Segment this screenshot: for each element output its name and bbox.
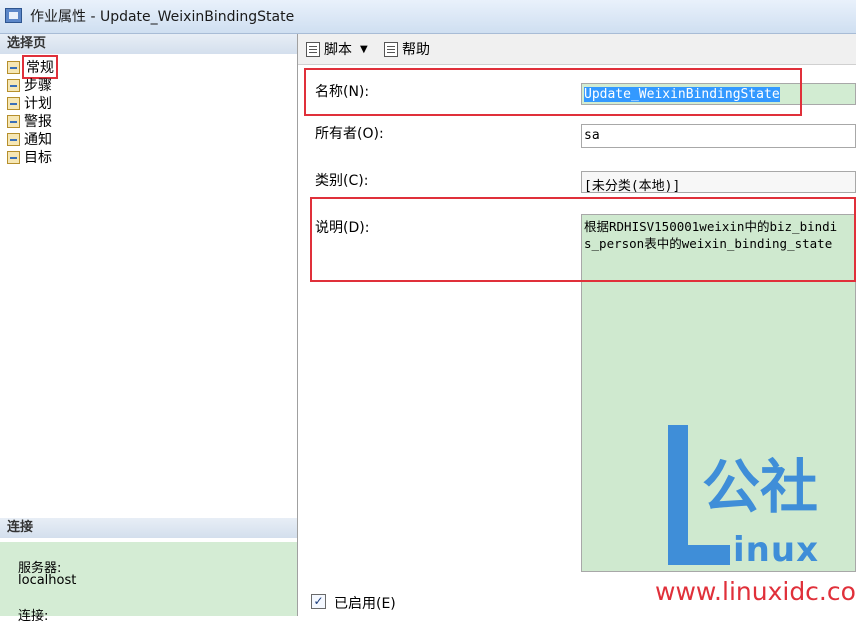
watermark-logo <box>668 425 688 565</box>
page-item-notifications[interactable]: 通知 <box>7 130 56 148</box>
page-item-steps[interactable]: 步骤 <box>7 76 56 94</box>
app-icon <box>5 8 22 23</box>
watermark-logo-foot <box>668 545 730 565</box>
connection-label: 连接: <box>18 609 49 624</box>
script-button[interactable]: 脚本 ▼ <box>306 39 368 59</box>
highlight-box-name <box>304 68 802 116</box>
page-item-label: 计划 <box>24 96 52 112</box>
page-item-label: 目标 <box>24 150 52 166</box>
enabled-label: 已启用(E) <box>334 596 396 612</box>
page-item-label: 常规 <box>22 55 58 79</box>
page-item-general[interactable]: 常规 <box>7 55 58 79</box>
category-label: 类别(C): <box>315 173 369 189</box>
toolbar: 脚本 ▼ 帮助 <box>298 34 856 65</box>
page-item-label: 通知 <box>24 132 52 148</box>
page-icon <box>7 96 20 110</box>
chevron-down-icon[interactable]: ▼ <box>360 44 368 55</box>
page-item-schedules[interactable]: 计划 <box>7 94 56 112</box>
enabled-checkbox[interactable]: ✓ <box>311 594 326 609</box>
owner-value: sa <box>584 128 600 143</box>
watermark-en-text: inux <box>733 530 819 570</box>
category-select[interactable]: [未分类(本地)] <box>581 171 856 193</box>
category-value: [未分类(本地)] <box>584 179 681 193</box>
watermark-cn-text: 公社 <box>702 453 819 521</box>
help-label: 帮助 <box>402 42 430 58</box>
page-list: 常规 步骤 计划 警报 通知 目标 <box>7 55 58 166</box>
server-value: localhost <box>18 573 77 588</box>
page-icon <box>7 78 20 92</box>
connection-area: 服务器: localhost 连接: <box>0 542 297 624</box>
page-icon <box>7 60 20 74</box>
help-button[interactable]: 帮助 <box>384 39 430 59</box>
script-label: 脚本 <box>324 42 352 58</box>
select-page-header: 选择页 <box>0 34 297 54</box>
help-icon <box>384 41 398 57</box>
window-title: 作业属性 - Update_WeixinBindingState <box>30 9 295 25</box>
page-icon <box>7 150 20 164</box>
watermark-url: www.linuxidc.com <box>655 577 856 606</box>
left-panel: 选择页 常规 步骤 计划 警报 通知 目标 连接 服务器: localhost <box>0 34 298 624</box>
owner-label: 所有者(O): <box>315 126 384 142</box>
page-item-alerts[interactable]: 警报 <box>7 112 56 130</box>
owner-field[interactable]: sa <box>581 124 856 148</box>
page-icon <box>7 132 20 146</box>
title-bar: 作业属性 - Update_WeixinBindingState <box>0 0 856 34</box>
page-item-targets[interactable]: 目标 <box>7 148 56 166</box>
page-item-label: 步骤 <box>24 78 52 94</box>
highlight-box-description <box>310 197 856 282</box>
page-item-label: 警报 <box>24 114 52 130</box>
page-icon <box>7 114 20 128</box>
connection-header: 连接 <box>0 518 297 538</box>
script-icon <box>306 41 320 57</box>
